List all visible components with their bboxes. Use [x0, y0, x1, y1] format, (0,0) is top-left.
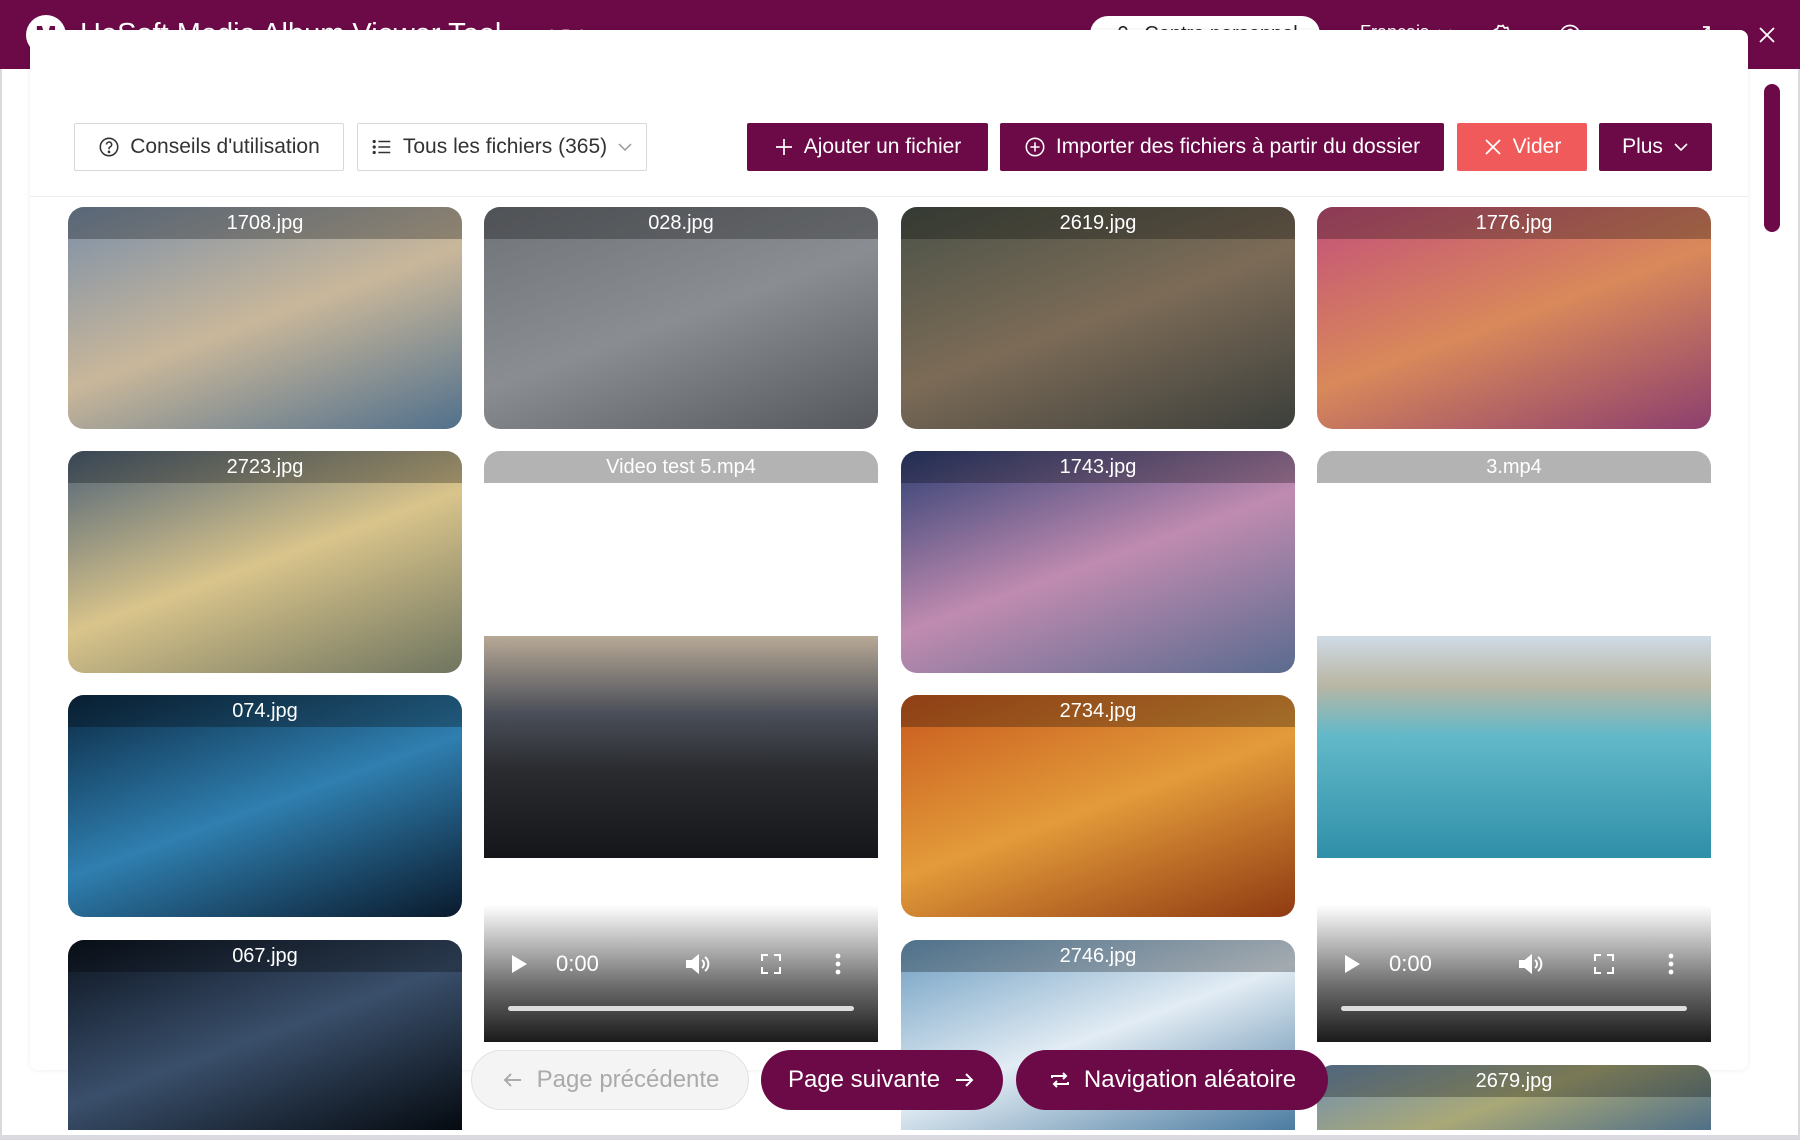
toolbar-divider [30, 196, 1748, 197]
scrollbar-thumb[interactable] [1764, 84, 1780, 232]
import-folder-label: Importer des fichiers à partir du dossie… [1055, 135, 1421, 158]
random-navigation-button[interactable]: Navigation aléatoire [1016, 1050, 1328, 1110]
close-icon [1485, 139, 1501, 155]
fullscreen-icon[interactable] [1593, 953, 1615, 975]
random-navigation-label: Navigation aléatoire [1083, 1066, 1297, 1093]
add-file-label: Ajouter un fichier [803, 135, 962, 158]
previous-page-button[interactable]: Page précédente [471, 1050, 749, 1110]
play-icon[interactable] [1343, 954, 1361, 974]
scrollbar-track[interactable] [1762, 82, 1782, 1122]
clear-label: Vider [1512, 135, 1562, 158]
chevron-down-icon [618, 143, 632, 152]
media-tile[interactable]: 1776.jpg [1317, 207, 1711, 429]
media-tile[interactable]: 1743.jpg [901, 451, 1295, 673]
media-tile-filename: 074.jpg [68, 695, 462, 727]
clear-button[interactable]: Vider [1457, 123, 1587, 171]
media-tile[interactable]: 2723.jpg [68, 451, 462, 673]
more-label: Plus [1622, 135, 1663, 158]
media-tile[interactable]: 1708.jpg [68, 207, 462, 429]
list-icon [372, 139, 391, 155]
media-tile-filename: 2679.jpg [1317, 1065, 1711, 1097]
add-file-button[interactable]: Ajouter un fichier [747, 123, 988, 171]
media-tile-filename: 1708.jpg [68, 207, 462, 239]
arrow-right-icon [956, 1073, 974, 1087]
media-tile[interactable]: 028.jpg [484, 207, 878, 429]
close-button[interactable] [1750, 18, 1784, 52]
media-tile-filename: 2619.jpg [901, 207, 1295, 239]
media-tile-filename: 067.jpg [68, 940, 462, 972]
usage-tips-button[interactable]: Conseils d'utilisation [74, 123, 344, 171]
fullscreen-icon[interactable] [760, 953, 782, 975]
import-folder-button[interactable]: Importer des fichiers à partir du dossie… [1000, 123, 1444, 171]
media-tile[interactable]: 074.jpg [68, 695, 462, 917]
previous-page-label: Page précédente [536, 1066, 720, 1093]
arrow-left-icon [503, 1073, 521, 1087]
video-tile-filename: 3.mp4 [1317, 451, 1711, 483]
play-icon[interactable] [510, 954, 528, 974]
media-tile-filename: 028.jpg [484, 207, 878, 239]
more-options-icon[interactable] [1667, 952, 1675, 976]
volume-icon[interactable] [684, 952, 710, 976]
media-tile-filename: 1776.jpg [1317, 207, 1711, 239]
close-icon [1759, 27, 1775, 43]
video-progress-bar[interactable] [1341, 1006, 1687, 1011]
next-page-button[interactable]: Page suivante [761, 1050, 1003, 1110]
plus-icon [775, 139, 792, 155]
more-options-icon[interactable] [834, 952, 842, 976]
media-tile[interactable]: 2619.jpg [901, 207, 1295, 429]
plus-circle-icon [1025, 137, 1045, 157]
next-page-label: Page suivante [787, 1066, 941, 1093]
media-tile[interactable]: 067.jpg [68, 940, 462, 1130]
file-filter-select[interactable]: Tous les fichiers (365) [357, 123, 647, 171]
media-tile[interactable]: 2734.jpg [901, 695, 1295, 917]
media-tile-filename: 2734.jpg [901, 695, 1295, 727]
more-button[interactable]: Plus [1599, 123, 1712, 171]
repeat-icon [1050, 1072, 1069, 1088]
video-time: 0:00 [1389, 951, 1432, 976]
volume-icon[interactable] [1517, 952, 1543, 976]
video-preview-frame [1317, 636, 1711, 858]
media-tile-filename: 1743.jpg [901, 451, 1295, 483]
video-controls: 0:00 [484, 905, 878, 1042]
usage-tips-label: Conseils d'utilisation [130, 135, 320, 158]
video-controls: 0:00 [1317, 905, 1711, 1042]
chevron-down-icon [1674, 143, 1688, 152]
video-preview-frame [484, 636, 878, 858]
file-filter-label: Tous les fichiers (365) [402, 135, 608, 158]
media-tile-filename: 2723.jpg [68, 451, 462, 483]
video-progress-bar[interactable] [508, 1006, 854, 1011]
media-tile[interactable]: 2679.jpg [1317, 1065, 1711, 1130]
video-time: 0:00 [556, 951, 599, 976]
media-tile-filename: 2746.jpg [901, 940, 1295, 972]
help-circle-icon [99, 137, 119, 157]
video-tile-filename: Video test 5.mp4 [484, 451, 878, 483]
